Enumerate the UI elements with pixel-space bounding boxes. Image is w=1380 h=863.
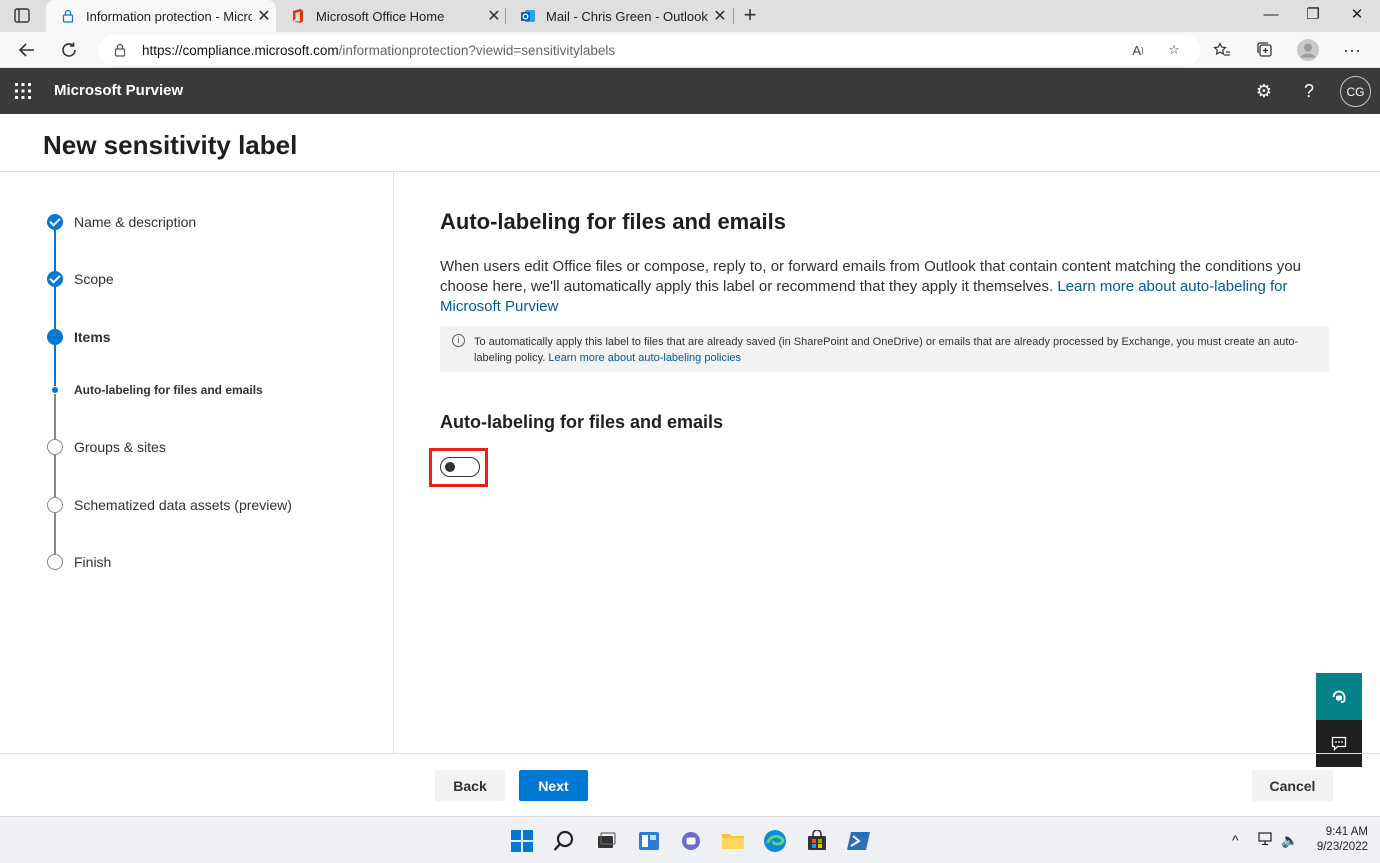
- step-complete-check-icon: [47, 214, 63, 230]
- app-header: Microsoft Purview ⚙ ? CG: [0, 68, 1380, 114]
- substep-dot-icon: [52, 387, 58, 393]
- step-connector: [54, 345, 56, 386]
- learn-more-policies-link[interactable]: Learn more about auto-labeling policies: [548, 352, 741, 364]
- tab-title: Mail - Chris Green - Outlook: [546, 8, 708, 24]
- add-favorite-icon[interactable]: ☆: [1164, 41, 1184, 59]
- feedback-button[interactable]: [1316, 720, 1362, 767]
- section-description: When users edit Office files or compose,…: [440, 257, 1332, 317]
- browser-tab-strip: Information protection - Microsc ✕ Micro…: [0, 0, 1380, 32]
- panel-divider: [393, 171, 394, 753]
- url-text: https://compliance.microsoft.com/informa…: [142, 43, 615, 58]
- browser-tab-outlook[interactable]: Mail - Chris Green - Outlook ✕: [506, 0, 732, 32]
- search-icon[interactable]: [551, 828, 577, 854]
- clock-time: 9:41 AM: [1325, 826, 1368, 838]
- collections-icon[interactable]: [1251, 36, 1279, 64]
- close-window-icon[interactable]: ✕: [1334, 0, 1380, 32]
- new-tab-icon[interactable]: +: [738, 4, 762, 28]
- divider: [0, 171, 1380, 172]
- minimize-icon[interactable]: —: [1248, 0, 1294, 32]
- step-label: Items: [74, 329, 111, 345]
- step-label: Name & description: [74, 214, 197, 230]
- network-icon[interactable]: [1258, 832, 1274, 849]
- file-explorer-icon[interactable]: [720, 828, 746, 854]
- tab-separator: [733, 8, 734, 24]
- step-complete-check-icon: [47, 271, 63, 287]
- step-connector: [54, 394, 56, 439]
- office-icon: [290, 8, 306, 24]
- page-title: New sensitivity label: [43, 130, 298, 160]
- help-icon[interactable]: ?: [1298, 80, 1320, 102]
- edge-browser-icon[interactable]: [762, 828, 788, 854]
- step-connector: [54, 229, 56, 271]
- app-launcher-icon[interactable]: [14, 82, 32, 100]
- more-menu-icon[interactable]: ···: [1338, 36, 1366, 64]
- site-lock-icon[interactable]: [110, 41, 130, 59]
- browser-tab-information-protection[interactable]: Information protection - Microsc ✕: [46, 0, 276, 32]
- show-hidden-icons-chevron-icon[interactable]: ^: [1232, 832, 1239, 848]
- tab-actions-icon[interactable]: [10, 6, 34, 26]
- task-view-icon[interactable]: [593, 828, 619, 854]
- teams-chat-icon[interactable]: [678, 828, 704, 854]
- windows-taskbar: ^ 🔈 9:41 AM 9/23/2022: [0, 816, 1380, 863]
- user-avatar[interactable]: CG: [1340, 76, 1371, 107]
- volume-icon[interactable]: 🔈: [1281, 832, 1298, 849]
- help-support-button[interactable]: [1316, 673, 1362, 720]
- step-pending-circle-icon: [47, 439, 63, 455]
- lock-icon: [60, 8, 76, 24]
- step-label: Finish: [74, 554, 112, 570]
- widgets-icon[interactable]: [636, 828, 662, 854]
- toggle-heading: Auto-labeling for files and emails: [440, 412, 724, 432]
- close-tab-icon[interactable]: ✕: [708, 6, 732, 26]
- address-bar[interactable]: https://compliance.microsoft.com/informa…: [98, 35, 1200, 65]
- browser-tab-office-home[interactable]: Microsoft Office Home ✕: [276, 0, 506, 32]
- url-host: https://compliance.microsoft.com: [142, 43, 339, 58]
- cancel-button[interactable]: Cancel: [1252, 770, 1333, 801]
- step-connector: [54, 455, 56, 497]
- step-label: Scope: [74, 271, 114, 287]
- step-pending-circle-icon: [47, 497, 63, 513]
- step-label: Groups & sites: [74, 439, 166, 455]
- powershell-icon[interactable]: [846, 828, 872, 854]
- auto-labeling-toggle[interactable]: [440, 457, 480, 477]
- outlook-icon: [520, 8, 536, 24]
- tab-title: Microsoft Office Home: [316, 8, 445, 24]
- microsoft-store-icon[interactable]: [804, 828, 830, 854]
- step-connector: [54, 512, 56, 554]
- app-name[interactable]: Microsoft Purview: [54, 82, 183, 99]
- toggle-knob: [445, 462, 455, 472]
- url-path: /informationprotection?viewid=sensitivit…: [338, 43, 616, 58]
- system-clock[interactable]: 9:41 AM 9/23/2022: [1306, 825, 1368, 855]
- step-connector: [54, 287, 56, 329]
- footer-divider: [0, 753, 1380, 754]
- close-tab-icon[interactable]: ✕: [482, 6, 506, 26]
- back-arrow-icon[interactable]: [13, 36, 41, 64]
- favorites-icon[interactable]: [1208, 36, 1236, 64]
- browser-toolbar: https://compliance.microsoft.com/informa…: [0, 32, 1380, 68]
- next-button[interactable]: Next: [519, 770, 588, 801]
- settings-gear-icon[interactable]: ⚙: [1253, 80, 1275, 102]
- profile-avatar-icon[interactable]: [1294, 36, 1322, 64]
- section-heading: Auto-labeling for files and emails: [440, 209, 786, 234]
- step-label: Auto-labeling for files and emails: [74, 383, 263, 397]
- step-label: Schematized data assets (preview): [74, 497, 292, 513]
- close-tab-icon[interactable]: ✕: [252, 6, 276, 26]
- step-current-dot-icon: [47, 329, 63, 345]
- back-button[interactable]: Back: [435, 770, 505, 801]
- refresh-icon[interactable]: [55, 36, 83, 64]
- step-pending-circle-icon: [47, 554, 63, 570]
- clock-date: 9/23/2022: [1316, 841, 1368, 853]
- headset-icon: [1332, 690, 1346, 703]
- read-aloud-icon[interactable]: A): [1128, 41, 1148, 59]
- restore-icon[interactable]: ❐: [1290, 0, 1336, 32]
- info-message-bar: i To automatically apply this label to f…: [440, 326, 1329, 372]
- info-icon: i: [452, 334, 465, 347]
- feedback-chat-icon: [1331, 736, 1347, 751]
- windows-start-icon[interactable]: [509, 828, 535, 854]
- tab-title: Information protection - Microsc: [86, 8, 252, 24]
